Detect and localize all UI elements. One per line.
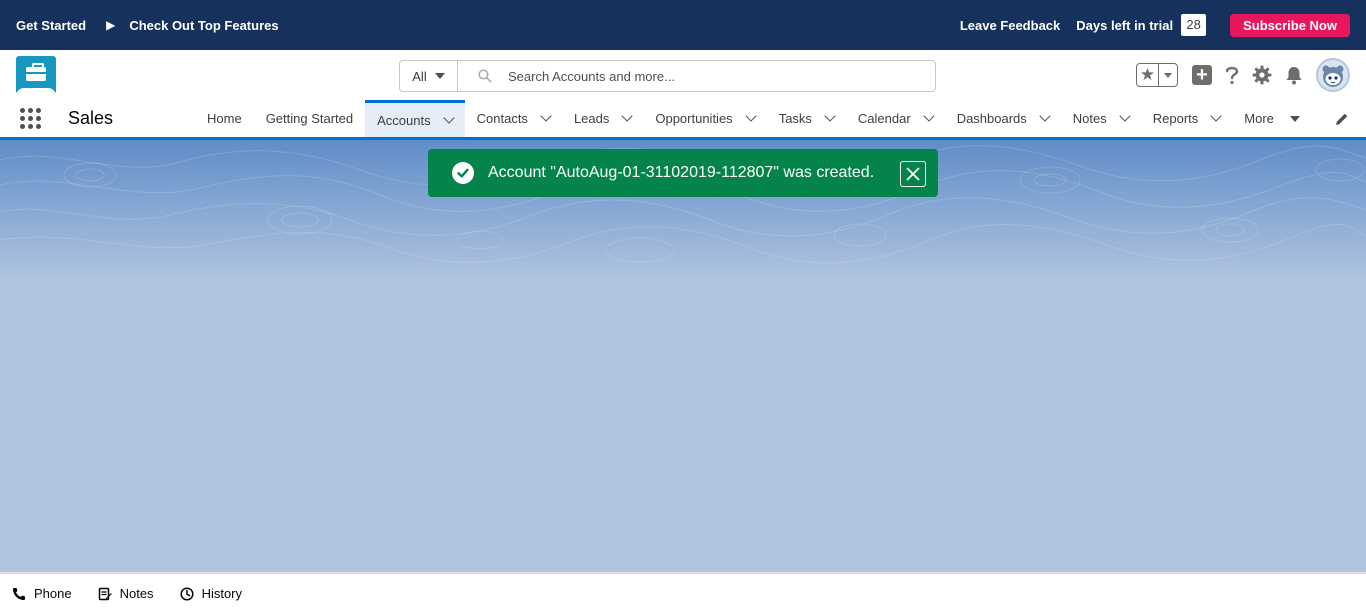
success-toast: Account "AutoAug-01-31102019-112807" was… xyxy=(428,149,938,197)
nav-tab-leads[interactable]: Leads xyxy=(562,100,643,137)
waffle-icon xyxy=(19,108,41,129)
chevron-down-icon[interactable] xyxy=(540,110,552,122)
plus-icon: + xyxy=(1192,65,1212,85)
search-input[interactable] xyxy=(508,68,908,84)
chevron-down-icon[interactable] xyxy=(621,110,634,122)
nav-tab-label: Getting Started xyxy=(265,111,354,126)
nav-tab-label: Opportunities xyxy=(655,111,733,126)
pencil-icon xyxy=(1336,113,1348,125)
utility-item-label: Phone xyxy=(34,586,72,601)
caret-down-icon xyxy=(434,73,445,79)
favorites-group: ★ xyxy=(1136,63,1178,87)
edit-nav-button[interactable] xyxy=(1318,100,1366,137)
app-launcher-button[interactable] xyxy=(0,100,60,137)
user-avatar[interactable] xyxy=(1316,58,1350,92)
app-name: Sales xyxy=(68,108,114,128)
nav-tab-label: Home xyxy=(207,111,242,126)
get-started-link[interactable]: Get Started xyxy=(16,18,86,33)
nav-tab-label: Leads xyxy=(573,111,610,126)
utility-bar: Phone Notes History xyxy=(0,572,1366,613)
app-nav-bar: Sales Home Getting Started Accounts Cont… xyxy=(0,100,1366,140)
nav-tab-getting-started[interactable]: Getting Started xyxy=(254,100,365,137)
nav-tab-label: Contacts xyxy=(476,111,528,126)
trial-bar-right: Leave Feedback Days left in trial 28 Sub… xyxy=(960,13,1350,37)
search-scope-label: All xyxy=(412,68,427,84)
setup-button[interactable] xyxy=(1252,65,1272,85)
nav-tab-label: Calendar xyxy=(857,111,911,126)
global-actions-button[interactable]: + xyxy=(1192,65,1212,85)
caret-down-icon xyxy=(1164,72,1172,78)
chevron-down-icon[interactable] xyxy=(745,110,757,122)
search-scope-dropdown[interactable]: All xyxy=(400,61,458,91)
notifications-button[interactable] xyxy=(1284,65,1304,85)
gear-icon xyxy=(1252,65,1272,85)
nav-tab-label: Dashboards xyxy=(956,111,1027,126)
chevron-down-icon[interactable] xyxy=(923,110,935,122)
nav-tab-label: Accounts xyxy=(377,112,431,128)
chevron-down-icon[interactable] xyxy=(1119,110,1131,122)
search-icon xyxy=(478,69,492,83)
trial-bar: Get Started ▶ Check Out Top Features Lea… xyxy=(0,0,1366,50)
utility-item-phone[interactable]: Phone xyxy=(12,586,72,601)
nav-tab-notes[interactable]: Notes xyxy=(1061,100,1141,137)
header-actions: ★ + xyxy=(1136,58,1350,92)
help-icon xyxy=(1225,66,1239,85)
chevron-down-icon[interactable] xyxy=(442,111,455,124)
close-icon xyxy=(906,167,920,181)
play-arrow-icon: ▶ xyxy=(106,18,116,32)
utility-item-label: Notes xyxy=(119,586,154,601)
success-check-icon xyxy=(452,162,474,184)
nav-tab-label: Tasks xyxy=(778,111,812,126)
favorites-list-button[interactable] xyxy=(1159,72,1177,78)
days-left-count: 28 xyxy=(1181,14,1207,36)
nav-tab-accounts[interactable]: Accounts xyxy=(365,100,465,137)
chevron-down-icon[interactable] xyxy=(1210,110,1222,122)
nav-tab-more[interactable]: More xyxy=(1232,100,1312,137)
bell-icon xyxy=(1286,67,1302,85)
subscribe-now-button[interactable]: Subscribe Now xyxy=(1230,13,1350,37)
global-header: All ★ + xyxy=(0,50,1366,100)
toast-message: Account "AutoAug-01-31102019-112807" was… xyxy=(488,164,875,181)
nav-tab-opportunities[interactable]: Opportunities xyxy=(643,100,766,137)
chevron-down-icon[interactable] xyxy=(1039,110,1051,122)
nav-tab-label: Reports xyxy=(1152,111,1199,126)
nav-tab-label: More xyxy=(1244,111,1274,126)
chevron-down-icon[interactable] xyxy=(824,110,836,122)
days-left-label: Days left in trial xyxy=(1076,17,1174,33)
leave-feedback-link[interactable]: Leave Feedback xyxy=(960,18,1060,33)
nav-tab-contacts[interactable]: Contacts xyxy=(465,100,562,137)
global-search: All xyxy=(399,60,936,92)
nav-tab-home[interactable]: Home xyxy=(195,100,254,137)
nav-tab-tasks[interactable]: Tasks xyxy=(767,100,846,137)
help-button[interactable] xyxy=(1224,65,1240,85)
toast-close-button[interactable] xyxy=(900,161,926,187)
astro-avatar-icon xyxy=(1322,65,1344,87)
history-icon xyxy=(180,586,194,601)
caret-down-icon xyxy=(1289,115,1300,122)
nav-tab-label: Notes xyxy=(1072,111,1107,126)
check-out-features-link[interactable]: Check Out Top Features xyxy=(129,18,278,33)
utility-item-label: History xyxy=(201,586,243,601)
favorites-star-icon[interactable]: ★ xyxy=(1137,64,1159,86)
nav-tab-dashboards[interactable]: Dashboards xyxy=(945,100,1061,137)
phone-icon xyxy=(13,587,25,600)
notes-icon xyxy=(98,587,112,600)
utility-item-notes[interactable]: Notes xyxy=(98,586,154,601)
search-input-area xyxy=(458,61,935,91)
nav-tab-reports[interactable]: Reports xyxy=(1141,100,1233,137)
utility-item-history[interactable]: History xyxy=(180,586,242,601)
nav-tab-calendar[interactable]: Calendar xyxy=(846,100,945,137)
org-logo xyxy=(16,56,56,94)
